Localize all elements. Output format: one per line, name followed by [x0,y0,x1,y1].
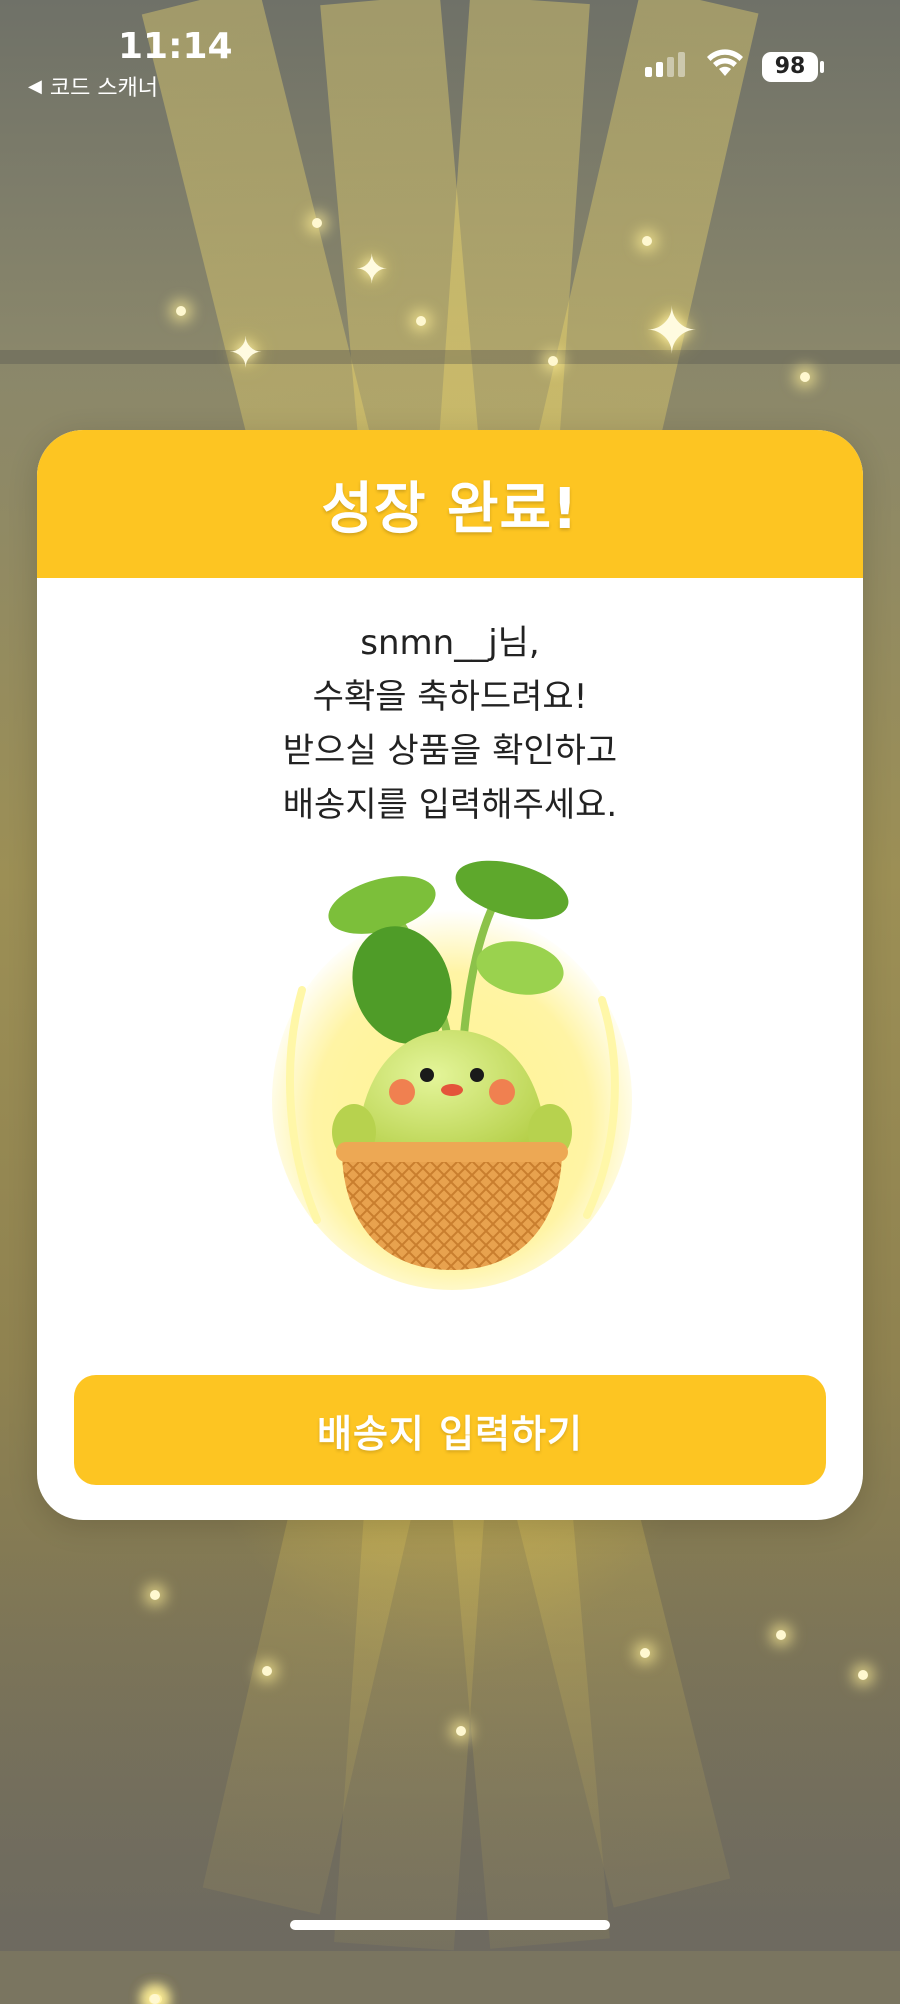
back-app-label: 코드 스캐너 [49,76,159,101]
modal-header: 성장 완료! [37,430,863,578]
glow-dot [312,218,322,228]
sparkle-icon: ✦ [228,328,264,377]
back-to-app-link[interactable]: ◀ 코드 스캐너 [28,70,158,102]
plant-character-illustration [272,860,632,1290]
glow-dot [176,306,186,316]
glow-dot [640,1648,650,1658]
home-indicator[interactable] [290,1920,610,1930]
back-arrow-icon: ◀ [28,75,42,97]
glow-dot [858,1670,868,1680]
modal-message: snmn__j님, 수확을 축하드려요! 받으실 상품을 확인하고 배송지를 입… [37,616,863,832]
glow-dot [776,1630,786,1640]
ceiling-beam [0,350,900,364]
glow-dot [642,236,652,246]
glow-dot [456,1726,466,1736]
wifi-icon [707,49,743,76]
glow-dot [800,372,810,382]
glow-dot [150,1994,160,2004]
glow-dot [548,356,558,366]
signal-icon [645,52,685,77]
battery-cap [820,61,824,73]
floor-shade [0,1531,900,1951]
glow-dot [262,1666,272,1676]
message-line-username: snmn__j님, [360,623,540,663]
modal-title: 성장 완료! [321,476,579,542]
message-line-enter-address: 배송지를 입력해주세요. [282,785,618,825]
sparkle-icon: ✦ [645,295,699,369]
sparkle-icon: ✦ [355,247,389,293]
enter-address-button[interactable]: 배송지 입력하기 [74,1375,826,1485]
status-time: 11:14 [118,26,233,67]
battery-icon: 98 [762,52,818,82]
message-line-check-product: 받으실 상품을 확인하고 [282,731,618,771]
growth-complete-modal: 성장 완료! snmn__j님, 수확을 축하드려요! 받으실 상품을 확인하고… [37,430,863,1520]
message-line-congrats: 수확을 축하드려요! [312,677,588,717]
glow-dot [416,316,426,326]
glow-dot [150,1590,160,1600]
